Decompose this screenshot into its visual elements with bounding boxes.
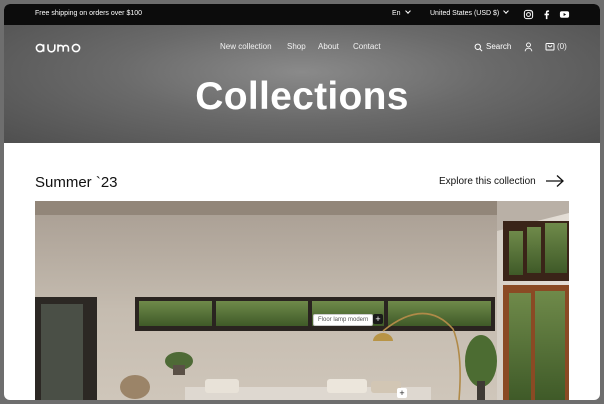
explore-collection-link[interactable]: Explore this collection (439, 176, 536, 187)
logo[interactable]: aumo (35, 40, 87, 54)
cart-count[interactable]: (0) (557, 42, 567, 51)
aumo-logo-icon (35, 43, 81, 53)
collection-title: Summer `23 (35, 174, 118, 191)
page-title: Collections (195, 75, 409, 118)
search-icon (474, 43, 483, 52)
announcement-bar: Free shipping on orders over $100 En Uni… (4, 4, 600, 25)
chevron-down-icon (404, 8, 411, 14)
living-room-image (35, 201, 569, 400)
nav-contact[interactable]: Contact (353, 42, 381, 51)
hero-banner: aumo New collection Shop About Contact S… (4, 25, 600, 143)
nav-shop[interactable]: Shop (287, 42, 306, 51)
nav-about[interactable]: About (318, 42, 339, 51)
country-label: United States (USD $) (430, 10, 500, 17)
announcement-message: Free shipping on orders over $100 (35, 10, 143, 17)
search-label: Search (486, 42, 512, 51)
country-selector[interactable]: United States (USD $) (430, 8, 510, 17)
language-selector[interactable]: En (392, 8, 411, 17)
arrow-right-icon[interactable] (545, 174, 565, 188)
facebook-icon[interactable] (541, 9, 552, 20)
youtube-icon[interactable] (559, 9, 570, 20)
cart-icon[interactable] (545, 41, 555, 51)
hotspot-button[interactable]: + (397, 388, 407, 398)
hotspot-button[interactable]: + (373, 314, 383, 324)
hotspot-tooltip: Floor lamp modern (313, 314, 374, 326)
page-frame: Free shipping on orders over $100 En Uni… (4, 4, 600, 400)
user-icon[interactable] (524, 42, 533, 52)
instagram-icon[interactable] (523, 9, 534, 20)
chevron-down-icon (503, 8, 510, 14)
nav-new-collection[interactable]: New collection (220, 42, 272, 51)
collection-photo: Floor lamp modern + + (35, 201, 569, 400)
language-label: En (392, 10, 401, 17)
